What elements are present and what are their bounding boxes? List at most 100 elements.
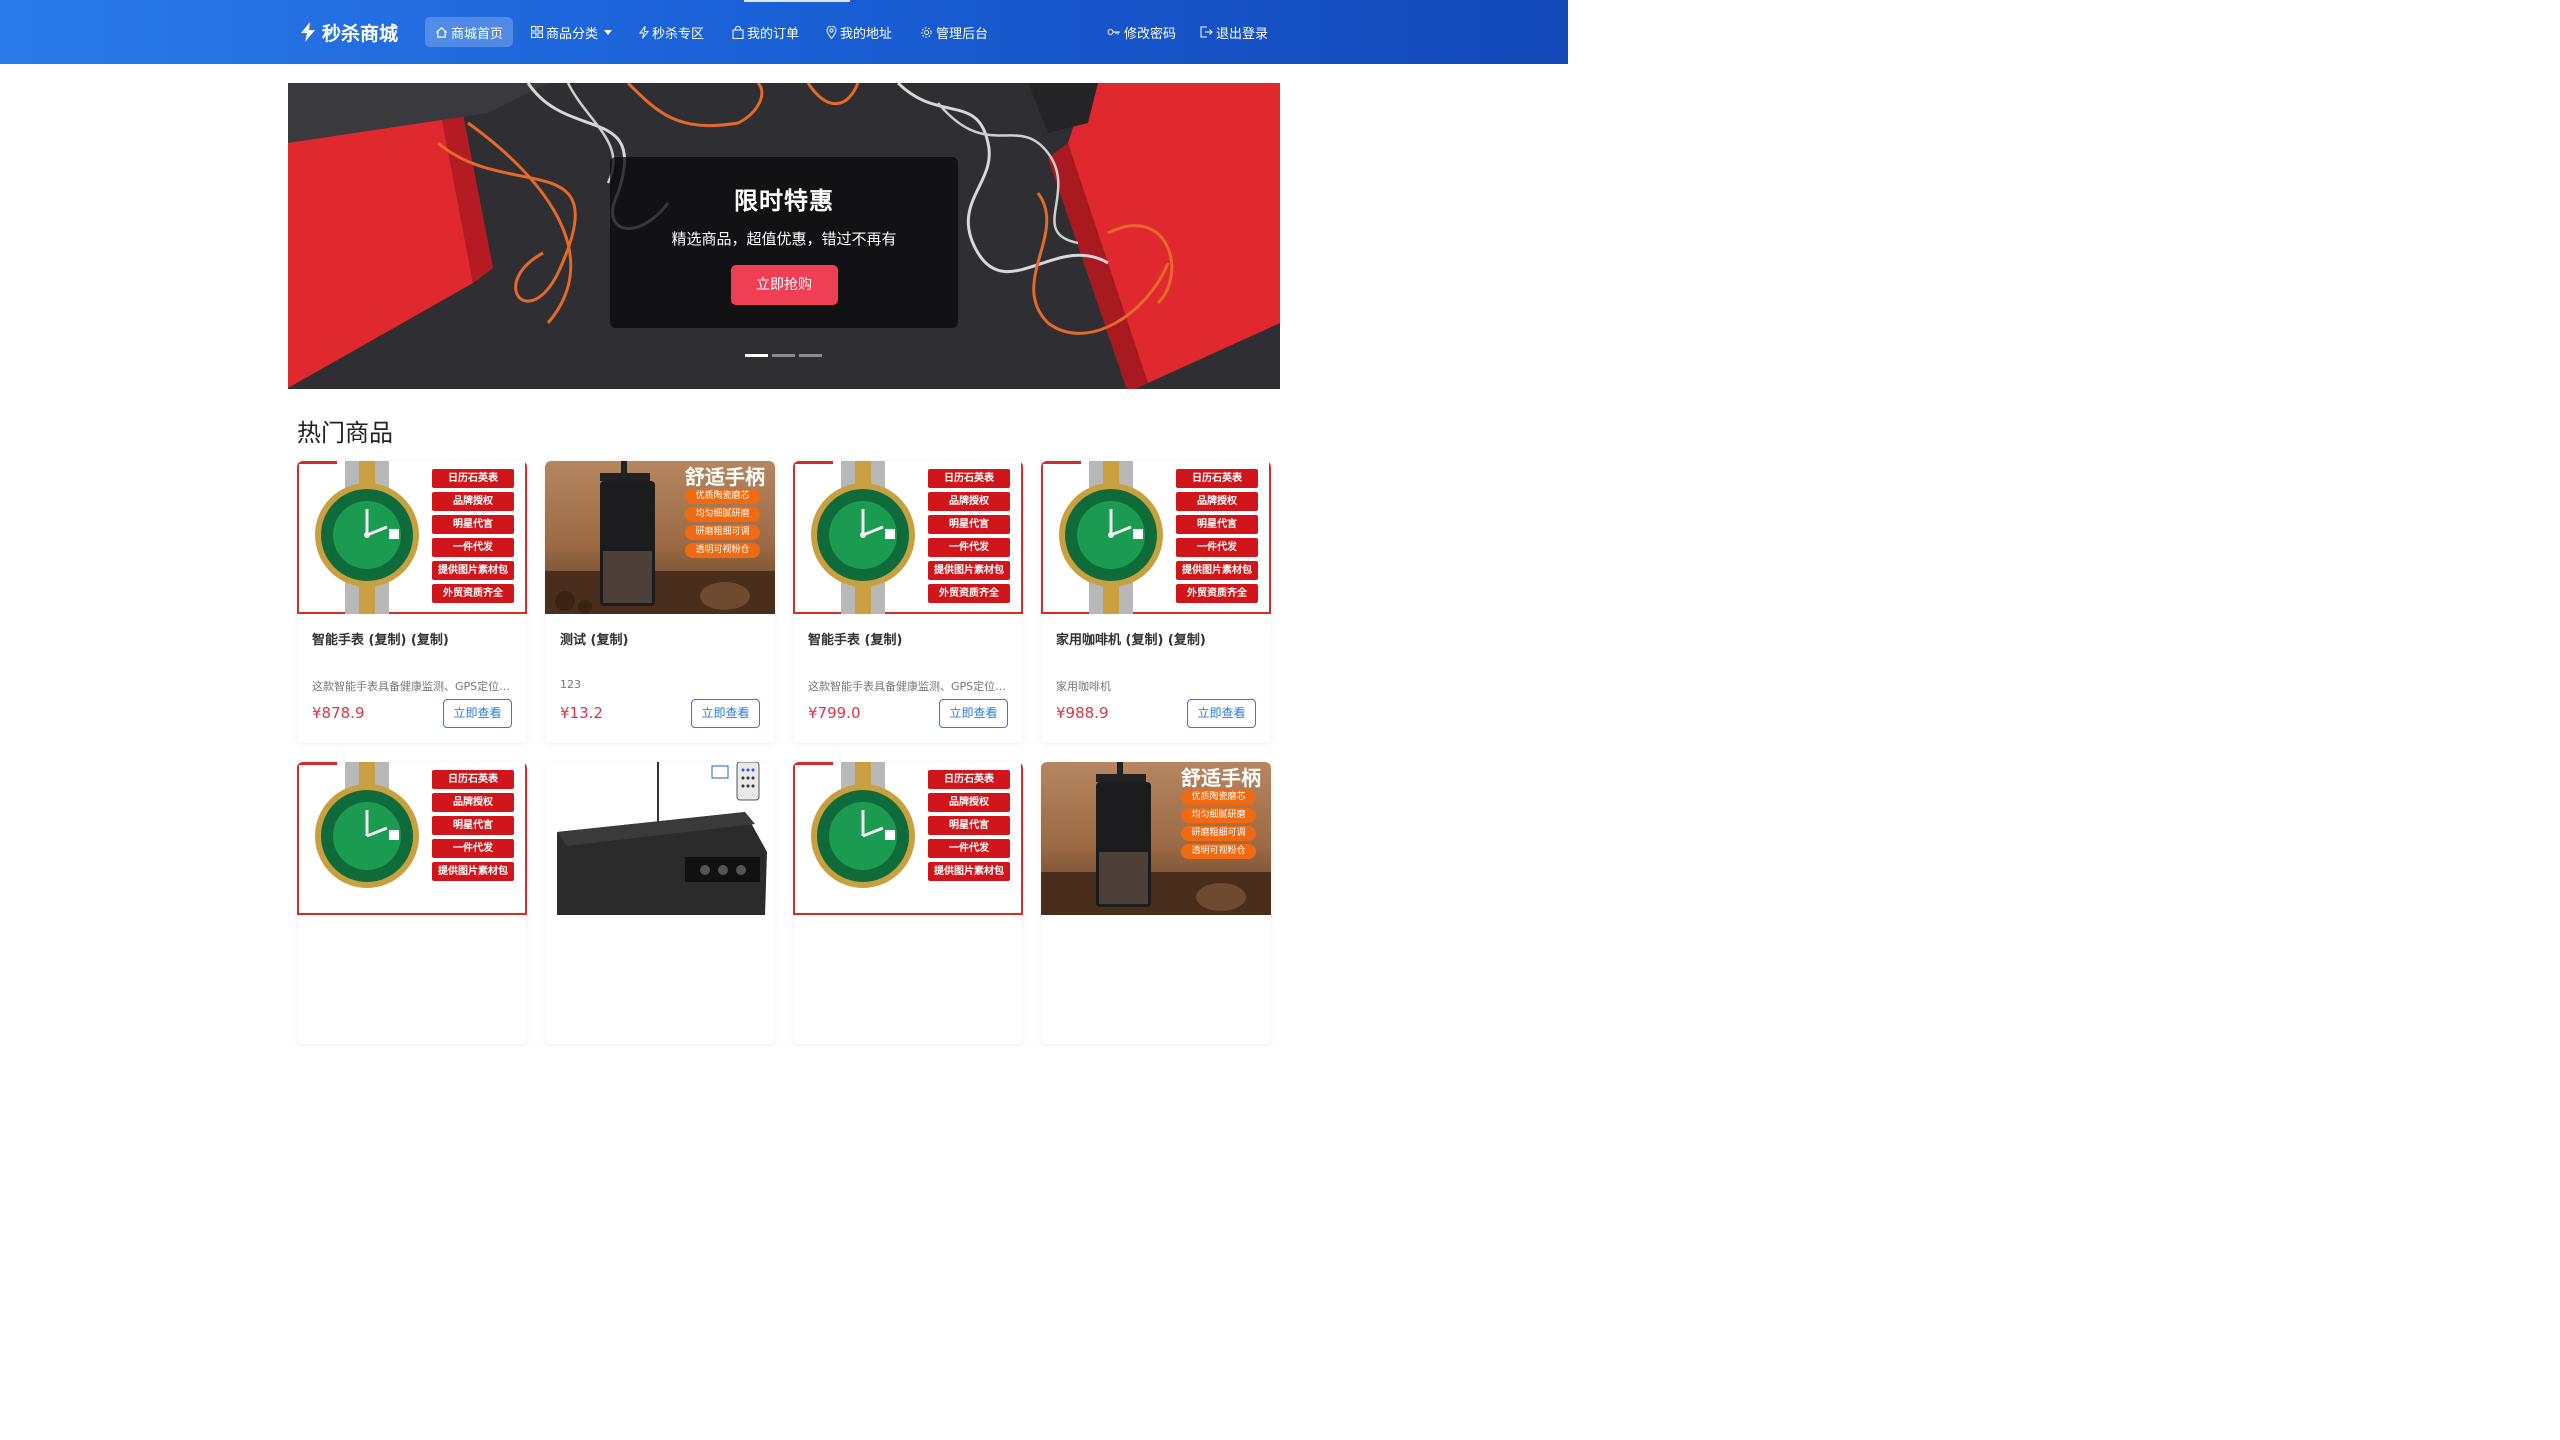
nav-item-categories[interactable]: 商品分类 — [521, 17, 622, 47]
product-name[interactable]: 智能手表 (复制) — [808, 629, 902, 648]
feature-tag: 明星代言 — [1176, 515, 1258, 534]
hero-carousel[interactable]: 限时特惠 精选商品，超值优惠，错过不再有 立即抢购 — [288, 83, 1280, 389]
feature-tag: 一件代发 — [928, 839, 1010, 858]
product-price: ¥988.9 — [1056, 704, 1109, 722]
brand-name: 秒杀商城 — [322, 22, 399, 45]
nav-label: 退出登录 — [1216, 26, 1269, 42]
product-description: 这款智能手表具备健康监测、GPS定位等功能 — [808, 680, 1008, 693]
carousel-caption: 限时特惠 精选商品，超值优惠，错过不再有 立即抢购 — [610, 157, 958, 328]
watch-image — [811, 461, 915, 614]
carousel-indicators — [745, 354, 822, 357]
product-image[interactable]: 日历石英表 品牌授权 明星代言 一件代发 提供图片素材包 外贸资质齐全 — [297, 461, 527, 614]
nav-item-change-password[interactable]: 修改密码 — [1097, 17, 1186, 47]
nav-label: 秒杀专区 — [652, 26, 705, 42]
feature-tag: 透明可视粉仓 — [685, 543, 760, 558]
lightning-icon — [301, 22, 315, 42]
feature-tag: 外贸资质齐全 — [1176, 584, 1258, 603]
product-card[interactable]: 日历石英表 品牌授权 明星代言 一件代发 提供图片素材包 外贸资质齐全 智能手表… — [297, 461, 527, 743]
feature-tags: 优质陶瓷磨芯 均匀细腻研磨 研磨粗细可调 透明可视粉仓 — [1181, 790, 1256, 859]
gear-icon — [921, 26, 932, 38]
product-price: ¥13.2 — [560, 704, 603, 722]
watch-image — [1059, 461, 1163, 614]
carousel-indicator[interactable] — [745, 354, 768, 357]
carousel-indicator[interactable] — [799, 354, 822, 357]
feature-tag: 一件代发 — [1176, 538, 1258, 557]
product-price: ¥799.0 — [808, 704, 861, 722]
feature-tag: 明星代言 — [928, 816, 1010, 835]
section-title: 热门商品 — [297, 419, 393, 447]
product-image[interactable]: 日历石英表 品牌授权 明星代言 一件代发 提供图片素材包 — [793, 762, 1023, 915]
feature-tag: 提供图片素材包 — [432, 561, 514, 580]
feature-tag: 日历石英表 — [432, 770, 514, 789]
nav-item-logout[interactable]: 退出登录 — [1190, 17, 1278, 47]
view-product-button[interactable]: 立即查看 — [443, 699, 512, 728]
feature-tag: 品牌授权 — [432, 793, 514, 812]
chevron-down-icon — [604, 29, 613, 35]
view-product-button[interactable]: 立即查看 — [691, 699, 760, 728]
feature-tag: 优质陶瓷磨芯 — [1181, 790, 1256, 805]
product-image[interactable] — [545, 762, 775, 915]
carousel-subtitle: 精选商品，超值优惠，错过不再有 — [671, 230, 897, 248]
feature-tags: 优质陶瓷磨芯 均匀细腻研磨 研磨粗细可调 透明可视粉仓 — [685, 489, 760, 558]
feature-tag: 品牌授权 — [928, 492, 1010, 511]
feature-tag: 提供图片素材包 — [1176, 561, 1258, 580]
logout-icon — [1200, 26, 1213, 38]
nav-label: 我的地址 — [840, 26, 893, 42]
grinder-banner-title: 舒适手柄 — [1181, 766, 1261, 790]
product-description: 这款智能手表具备健康监测、GPS定位等功能 — [312, 680, 512, 693]
view-product-button[interactable]: 立即查看 — [939, 699, 1008, 728]
feature-tags: 日历石英表 品牌授权 明星代言 一件代发 提供图片素材包 外贸资质齐全 — [1176, 469, 1258, 603]
key-icon — [1107, 29, 1120, 35]
nav-label: 我的订单 — [747, 26, 800, 42]
product-image[interactable]: 日历石英表 品牌授权 明星代言 一件代发 提供图片素材包 外贸资质齐全 — [1041, 461, 1271, 614]
feature-tag: 日历石英表 — [928, 770, 1010, 789]
feature-tag: 日历石英表 — [432, 469, 514, 488]
feature-tags: 日历石英表 品牌授权 明星代言 一件代发 提供图片素材包 外贸资质齐全 — [432, 469, 514, 603]
product-card[interactable]: 日历石英表 品牌授权 明星代言 一件代发 提供图片素材包 外贸资质齐全 智能手表… — [793, 461, 1023, 743]
feature-tag: 均匀细腻研磨 — [1181, 808, 1256, 823]
lightning-icon — [639, 25, 649, 39]
buy-now-button[interactable]: 立即抢购 — [730, 265, 838, 305]
product-card[interactable]: 舒适手柄 优质陶瓷磨芯 均匀细腻研磨 研磨粗细可调 透明可视粉仓 测试 (复制)… — [545, 461, 775, 743]
watch-image — [315, 762, 419, 888]
product-name[interactable]: 测试 (复制) — [560, 629, 628, 648]
feature-tag: 外贸资质齐全 — [928, 584, 1010, 603]
product-card[interactable] — [545, 762, 775, 1044]
feature-tag: 日历石英表 — [1176, 469, 1258, 488]
product-image[interactable]: 舒适手柄 优质陶瓷磨芯 均匀细腻研磨 研磨粗细可调 透明可视粉仓 — [545, 461, 775, 614]
feature-tag: 明星代言 — [432, 515, 514, 534]
product-card[interactable]: 舒适手柄 优质陶瓷磨芯 均匀细腻研磨 研磨粗细可调 透明可视粉仓 — [1041, 762, 1271, 1044]
nav-item-home[interactable]: 商城首页 — [425, 17, 514, 47]
feature-tag: 一件代发 — [928, 538, 1010, 557]
feature-tag: 品牌授权 — [928, 793, 1010, 812]
view-product-button[interactable]: 立即查看 — [1187, 699, 1256, 728]
location-icon — [826, 25, 837, 39]
feature-tags: 日历石英表 品牌授权 明星代言 一件代发 提供图片素材包 外贸资质齐全 — [928, 469, 1010, 603]
nav-label: 修改密码 — [1124, 26, 1177, 42]
nav-label: 商品分类 — [546, 26, 599, 42]
nav-item-orders[interactable]: 我的订单 — [722, 17, 809, 47]
feature-tag: 提供图片素材包 — [432, 862, 514, 881]
top-navbar: 秒杀商城 商城首页 商品分类 秒杀专区 我的订单 我的地址 管理后台 修改密码 … — [0, 0, 1568, 64]
amplifier-image — [557, 762, 767, 915]
nav-item-flash-sale[interactable]: 秒杀专区 — [629, 17, 714, 47]
grid-icon — [531, 26, 543, 38]
bag-icon — [732, 25, 744, 39]
product-name[interactable]: 家用咖啡机 (复制) (复制) — [1056, 629, 1206, 648]
feature-tag: 一件代发 — [432, 839, 514, 858]
nav-item-admin[interactable]: 管理后台 — [910, 17, 998, 47]
product-name[interactable]: 智能手表 (复制) (复制) — [312, 629, 449, 648]
feature-tags: 日历石英表 品牌授权 明星代言 一件代发 提供图片素材包 — [432, 770, 514, 881]
product-image[interactable]: 日历石英表 品牌授权 明星代言 一件代发 提供图片素材包 — [297, 762, 527, 915]
feature-tag: 品牌授权 — [1176, 492, 1258, 511]
nav-item-address[interactable]: 我的地址 — [816, 17, 902, 47]
product-card[interactable]: 日历石英表 品牌授权 明星代言 一件代发 提供图片素材包 外贸资质齐全 家用咖啡… — [1041, 461, 1271, 743]
product-image[interactable]: 舒适手柄 优质陶瓷磨芯 均匀细腻研磨 研磨粗细可调 透明可视粉仓 — [1041, 762, 1271, 915]
brand-logo[interactable]: 秒杀商城 — [300, 18, 398, 46]
product-price: ¥878.9 — [312, 704, 365, 722]
carousel-indicator[interactable] — [772, 354, 795, 357]
product-card[interactable]: 日历石英表 品牌授权 明星代言 一件代发 提供图片素材包 — [297, 762, 527, 1044]
product-image[interactable]: 日历石英表 品牌授权 明星代言 一件代发 提供图片素材包 外贸资质齐全 — [793, 461, 1023, 614]
feature-tag: 透明可视粉仓 — [1181, 844, 1256, 859]
product-card[interactable]: 日历石英表 品牌授权 明星代言 一件代发 提供图片素材包 — [793, 762, 1023, 1044]
